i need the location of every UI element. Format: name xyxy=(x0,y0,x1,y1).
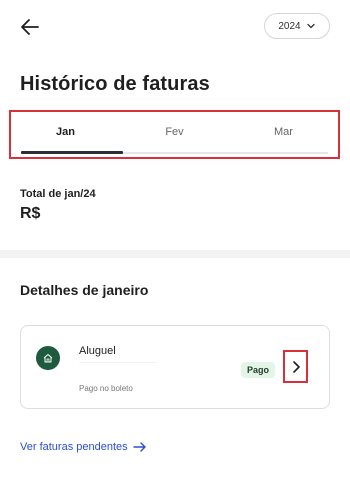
year-value: 2024 xyxy=(278,20,301,32)
tab-fev[interactable]: Fev xyxy=(120,112,229,157)
bill-amount-placeholder xyxy=(79,362,157,363)
bill-card[interactable]: Aluguel Pago no boleto Pago xyxy=(20,325,330,409)
bill-name: Aluguel xyxy=(79,345,116,357)
tab-mar[interactable]: Mar xyxy=(229,112,338,157)
bill-payment-method: Pago no boleto xyxy=(79,384,133,393)
total-value: R$ xyxy=(20,205,41,222)
active-tab-indicator xyxy=(21,151,123,154)
status-badge: Pago xyxy=(241,362,275,378)
month-tabs: Jan Fev Mar xyxy=(9,110,340,159)
page-title: Histórico de faturas xyxy=(20,73,210,95)
home-icon xyxy=(36,346,60,370)
chevron-right-icon xyxy=(292,360,300,373)
top-bar: 2024 xyxy=(0,0,350,56)
back-button[interactable] xyxy=(18,14,44,40)
section-divider xyxy=(0,250,350,258)
pending-bills-link[interactable]: Ver faturas pendentes xyxy=(20,441,147,453)
arrow-right-icon xyxy=(132,442,146,452)
details-title: Detalhes de janeiro xyxy=(20,282,149,298)
year-selector[interactable]: 2024 xyxy=(264,13,330,39)
pending-link-label: Ver faturas pendentes xyxy=(20,441,128,453)
open-bill-button[interactable] xyxy=(283,350,308,383)
total-label: Total de jan/24 xyxy=(20,188,96,200)
chevron-down-icon xyxy=(306,23,315,29)
arrow-left-icon xyxy=(21,19,39,35)
